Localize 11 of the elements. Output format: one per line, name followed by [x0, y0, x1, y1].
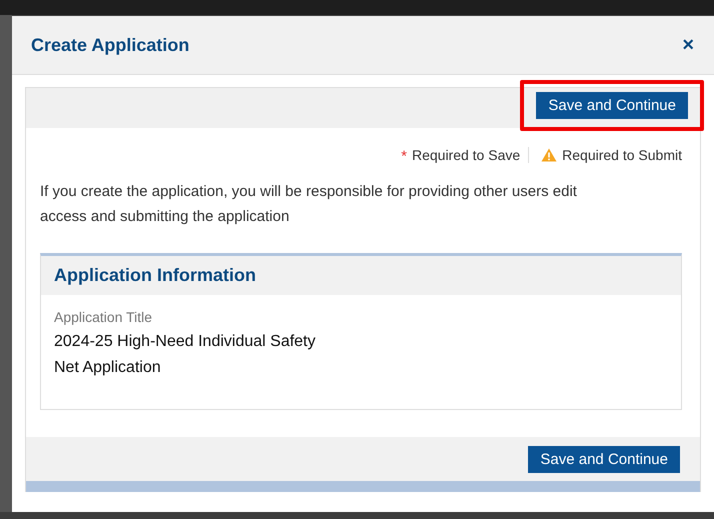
dialog-title: Create Application	[31, 34, 190, 56]
field-value: 2024-25 High-Need Individual Safety Net Application	[54, 332, 316, 378]
field-label: Application Title	[54, 309, 154, 325]
info-message: If you create the application, you will be responsible for providing other users edit access and submitting the application	[40, 182, 578, 227]
legend-label: Required to Save	[412, 146, 520, 162]
warning-icon	[541, 148, 558, 162]
asterisk-icon: *	[401, 148, 407, 165]
save-and-continue-button[interactable]: Save and Continue	[528, 446, 680, 472]
save-and-continue-button[interactable]: Save and Continue	[536, 92, 688, 119]
legend-label: Required to Submit	[562, 146, 682, 162]
section-title: Application Information	[41, 256, 681, 295]
